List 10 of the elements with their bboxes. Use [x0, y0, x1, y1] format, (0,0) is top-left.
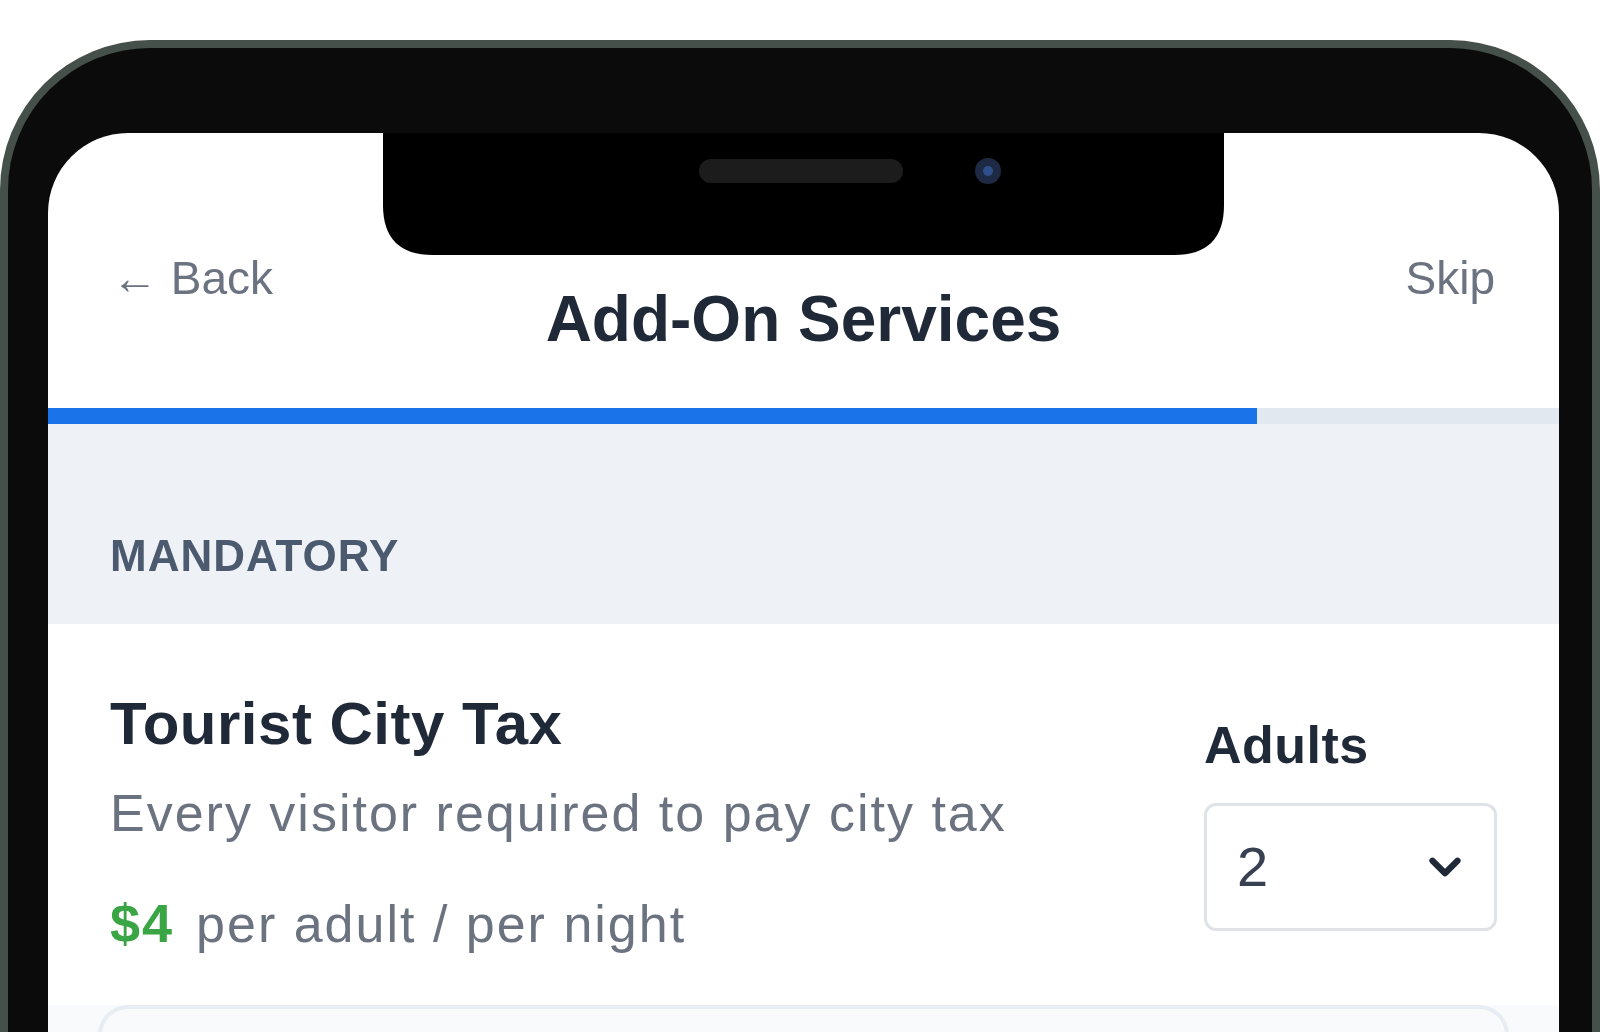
price: $4: [110, 893, 175, 953]
quantity-select[interactable]: 2: [1204, 803, 1497, 931]
price-unit: per adult / per night: [196, 894, 687, 954]
quantity-label: Adults: [1204, 715, 1369, 775]
skip-button[interactable]: Skip: [1405, 252, 1495, 304]
service-name: Tourist City Tax: [110, 689, 563, 759]
back-button[interactable]: ← Back: [112, 252, 274, 304]
page-title: Add-On Services: [545, 284, 1062, 354]
section-heading: MANDATORY: [110, 531, 400, 580]
service-description: Every visitor required to pay city tax: [110, 783, 1007, 843]
